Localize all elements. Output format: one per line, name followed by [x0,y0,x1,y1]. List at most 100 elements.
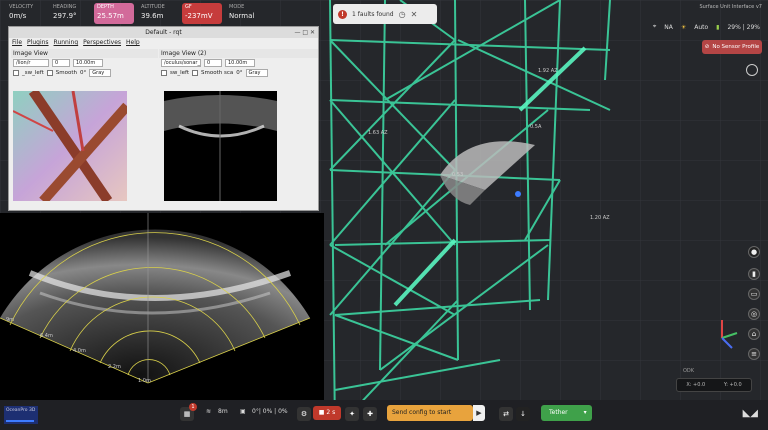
rotation-label: 0° [236,70,243,76]
range-label: 6.4m [40,333,53,339]
panel-thumbnail[interactable]: OceanPro 3D [4,406,38,424]
window-titlebar[interactable]: Default - rqt — □ ✕ [9,27,318,38]
topic-row: /oculus/sonar_ 0 10.00m [159,58,318,68]
check-label: Smooth sca [201,70,234,76]
screen-icon[interactable]: ▭ [748,288,760,300]
menu-help[interactable]: Help [126,38,140,48]
spin-field[interactable]: 0 [204,59,222,67]
swap-icon[interactable]: ⇄ [499,407,513,421]
battery-icon: ▮ [716,23,720,31]
viewport-label: 0.5A [530,124,542,130]
scale-field[interactable]: 10.00m [73,59,103,67]
viewport-label: 1.92 AZ [538,68,558,74]
record-dot-icon[interactable]: ● [748,246,760,258]
spin-field[interactable]: 0 [52,59,70,67]
panel-progress [6,420,34,422]
image-view-window[interactable]: Default - rqt — □ ✕ File Plugins Running… [8,26,319,211]
pane-title: Image View (2) [159,49,318,58]
telemetry-altitude: ALTITUDE 39.6m [141,4,165,20]
gear-icon[interactable]: ⚙ [297,407,311,421]
check-label: sw_left [170,70,190,76]
coord-y: Y: +0.0 [723,382,742,388]
rotation-label: 0° [80,70,87,76]
cpu-icon: ▣ [240,408,246,415]
menu-running[interactable]: Running [54,38,79,48]
tether-button[interactable]: Tether ▾ [541,405,592,421]
checkbox[interactable] [13,70,19,76]
check-label: _sw_left [22,70,44,76]
telemetry-bar: VELOCITY 0m/s HEADING 297.9° DEPTH 25.57m A… [0,0,272,26]
range-label: 2.2m [108,364,121,370]
menu-perspectives[interactable]: Perspectives [83,38,121,48]
play-icon[interactable]: ▶ [473,405,485,421]
map-icon[interactable]: ⌂ [748,328,760,340]
coords-panel: X: +0.0 Y: +0.0 [676,378,752,392]
viewport-label: 1.20 AZ [590,215,610,221]
no-sensor-label: No Sensor Profile [712,44,760,50]
wifi-icon: ≋ [206,408,212,415]
record-value: 2 s [326,409,336,416]
check-label: Smooth [55,70,78,76]
app-root: 1.92 AZ 1.63 AZ 1.20 AZ 0.5A 0.53 VELOCI… [0,0,768,430]
clock-icon[interactable]: ◷ [399,10,406,19]
crosshair-icon[interactable] [746,64,758,76]
wifi-value: 8m [218,408,228,415]
faults-pill[interactable]: ! 1 faults found ◷ ✕ [333,4,437,24]
chevron-down-icon: ▾ [583,409,587,416]
gps-icon: ⌖ [652,23,657,30]
send-config-button[interactable]: Send config to start [387,405,473,421]
telemetry-velocity: VELOCITY 0m/s [9,4,34,20]
telemetry-mode: MODE Normal [229,4,255,20]
app-title: Surface Unit Interface v7 [699,4,762,10]
arrow-down-icon[interactable]: ↓ [516,407,530,421]
topic-row: /lion/r 0 10.00m [11,58,158,68]
panel-label: OceanPro 3D [6,408,36,413]
image-view-right: Image View (2) /oculus/sonar_ 0 10.00m s… [159,49,318,209]
telemetry-depth: DEPTH 25.57m [94,3,134,24]
options-row: sw_left Smooth sca 0° Gray [159,68,318,78]
sensor-off-icon: ⊘ [704,44,710,50]
close-icon[interactable]: ✕ [411,10,418,19]
topic-select[interactable]: /lion/r [13,59,49,67]
color-select[interactable]: Gray [89,69,112,77]
coords-label: ODK [683,368,695,374]
faults-label: 1 faults found [352,10,394,18]
battery-status: 29% | 29% [727,23,760,31]
checkbox[interactable] [161,70,167,76]
no-sensor-profile-button[interactable]: ⊘ No Sensor Profile [702,40,762,54]
settings-icon[interactable]: ✦ [345,407,359,421]
joystick-icon[interactable]: ✚ [363,407,377,421]
pane-title: Image View [11,49,158,58]
tether-label: Tether [549,409,568,416]
compass-icon[interactable]: ◎ [748,308,760,320]
window-title: Default - rqt [145,29,182,36]
viewport-label: 0.53 [452,172,464,178]
record-button[interactable]: ■ 2 s [313,406,341,420]
telemetry-gf: GF -237mV [182,3,222,24]
range-label: 1.0m [138,378,151,384]
bottom-bar: OceanPro 3D ▦ 1 ≋ 8m ▣ 0°| 0% | 0% ⚙ ■ 2… [0,400,768,430]
menu-file[interactable]: File [12,38,22,48]
coord-x: X: +0.0 [686,382,706,388]
menu-bar: File Plugins Running Perspectives Help [9,38,318,48]
layers-icon[interactable]: ≡ [748,348,760,360]
checkbox[interactable] [192,70,199,76]
pause-icon[interactable]: ▮ [748,268,760,280]
color-select[interactable]: Gray [245,69,268,77]
sun-icon: ☀ [680,23,687,31]
brand-logo-icon: ◣◢ [742,408,758,419]
warning-icon: ! [338,9,347,19]
cpu-value: 0°| 0% | 0% [252,408,288,415]
status-row: ⌖ NA ☀ Auto ▮ 29% | 29% [653,23,760,31]
range-label: 9m [6,317,15,323]
window-controls[interactable]: — □ ✕ [294,27,315,38]
menu-plugins[interactable]: Plugins [27,38,49,48]
gps-status: NA [664,23,673,31]
sonar-panel[interactable]: 1.0m 2.2m 4.0m 6.4m 9m [0,213,324,405]
range-label: 4.0m [73,348,86,354]
topic-select[interactable]: /oculus/sonar_ [161,59,201,67]
telemetry-heading: HEADING 297.9° [53,4,77,20]
notification-badge: 1 [189,403,197,411]
scale-field[interactable]: 10.00m [225,59,255,67]
checkbox[interactable] [46,70,53,76]
